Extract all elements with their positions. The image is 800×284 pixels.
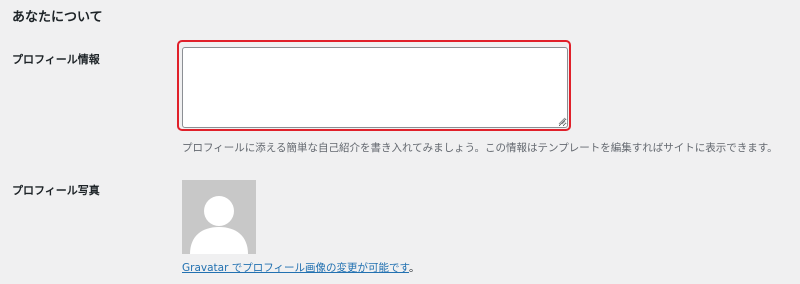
photo-label: プロフィール写真 bbox=[12, 184, 100, 197]
avatar bbox=[182, 180, 256, 254]
profile-about-section: あなたについて プロフィール情報 プロフィールに添える簡単な自己紹介を書き入れて… bbox=[0, 0, 800, 284]
bio-textarea[interactable] bbox=[182, 47, 568, 128]
gravatar-link[interactable]: Gravatar でプロフィール画像の変更が可能です bbox=[182, 262, 409, 274]
bio-description: プロフィールに添える簡単な自己紹介を書き入れてみましょう。この情報はテンプレート… bbox=[182, 142, 778, 154]
section-title: あなたについて bbox=[12, 10, 103, 25]
gravatar-note-suffix: 。 bbox=[408, 262, 420, 274]
bio-label: プロフィール情報 bbox=[12, 53, 100, 66]
default-person-silhouette-icon bbox=[190, 196, 248, 254]
gravatar-note: Gravatar でプロフィール画像の変更が可能です。 bbox=[182, 261, 419, 275]
